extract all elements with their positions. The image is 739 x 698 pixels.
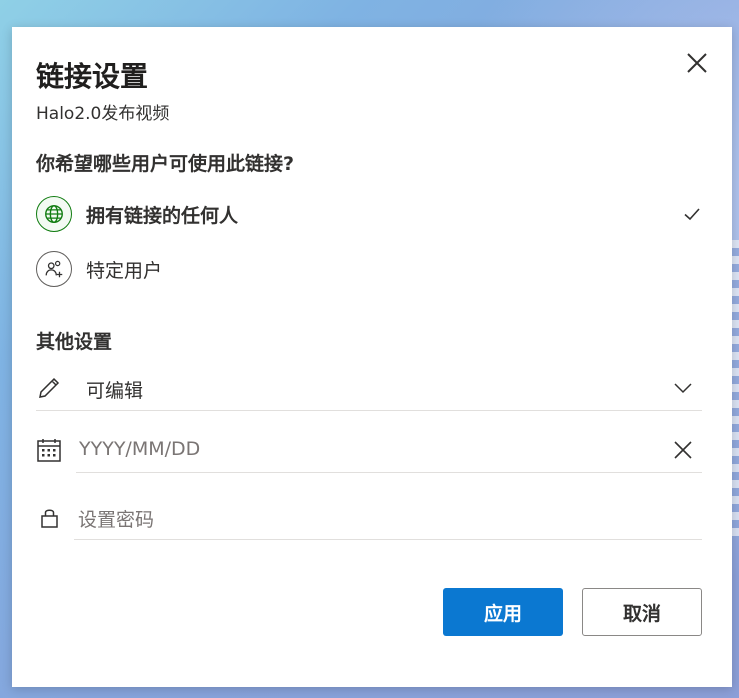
divider	[74, 539, 702, 540]
dialog-title: 链接设置	[36, 60, 149, 93]
expiry-date-field[interactable]: YYYY/MM/DD	[36, 425, 702, 473]
people-icon	[36, 251, 72, 287]
permission-dropdown[interactable]: 可编辑	[36, 363, 702, 411]
option-specific-people[interactable]: 特定用户	[36, 249, 702, 289]
globe-icon	[36, 196, 72, 232]
close-icon	[687, 53, 707, 73]
close-button[interactable]	[683, 49, 711, 77]
option-anyone-with-link[interactable]: 拥有链接的任何人	[36, 194, 702, 234]
expiry-date-input[interactable]: YYYY/MM/DD	[79, 438, 200, 460]
calendar-icon	[37, 439, 61, 462]
cancel-button[interactable]: 取消	[582, 588, 702, 636]
password-field[interactable]: 设置密码	[36, 492, 702, 540]
other-settings-title: 其他设置	[36, 331, 113, 353]
link-settings-dialog: 链接设置 Halo2.0发布视频 你希望哪些用户可使用此链接? 拥有链接的任何人	[12, 27, 732, 687]
audience-question: 你希望哪些用户可使用此链接?	[36, 153, 295, 175]
option-label-anyone: 拥有链接的任何人	[86, 204, 239, 227]
pencil-icon	[39, 377, 60, 398]
password-input[interactable]: 设置密码	[78, 505, 154, 532]
clear-icon[interactable]	[672, 439, 694, 461]
lock-icon	[41, 509, 58, 528]
permission-value: 可编辑	[86, 380, 144, 402]
divider	[36, 410, 702, 411]
divider	[76, 472, 702, 473]
apply-button[interactable]: 应用	[443, 588, 563, 636]
checkmark-icon	[684, 208, 700, 221]
option-label-specific: 特定用户	[86, 259, 163, 282]
dialog-subtitle: Halo2.0发布视频	[36, 104, 170, 124]
chevron-down-icon	[674, 383, 692, 394]
